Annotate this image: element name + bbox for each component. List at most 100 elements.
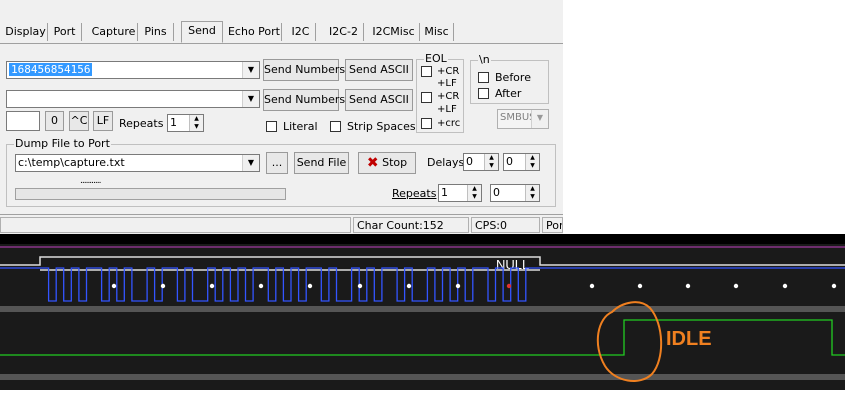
eol-item-2: +LF xyxy=(437,78,457,89)
send-file-button[interactable]: Send File xyxy=(294,152,349,174)
delay-spinner-2[interactable]: 0 ▲ ▼ xyxy=(503,153,540,171)
literal-label: Literal xyxy=(283,120,318,133)
repeats-label: Repeats xyxy=(119,117,164,130)
delay-2-value: 0 xyxy=(506,155,513,168)
port-status: Por xyxy=(542,217,563,233)
dump-file-title: Dump File to Port xyxy=(14,137,111,150)
status-panel-empty xyxy=(0,217,351,233)
annotation-circle xyxy=(596,301,663,382)
lf-button[interactable]: LF xyxy=(93,111,113,131)
idle-label: IDLE xyxy=(666,328,712,350)
sample-dot xyxy=(209,283,215,289)
send-combo-1[interactable]: 168456854156 ▼ xyxy=(6,61,260,79)
repeats-value: 1 xyxy=(170,116,177,129)
browse-button[interactable]: ... xyxy=(266,152,288,174)
spinner-arrows-icon[interactable]: ▲ ▼ xyxy=(525,154,539,170)
sample-dot xyxy=(831,283,837,289)
sample-dot xyxy=(685,283,691,289)
send-combo-2[interactable]: ▼ xyxy=(6,90,260,108)
send-numbers-button-2[interactable]: Send Numbers xyxy=(263,89,345,111)
tab-i2c-2[interactable]: I2C-2 xyxy=(324,23,364,41)
send-ascii-button[interactable]: Send ASCII xyxy=(345,59,413,81)
spinner-arrows-icon[interactable]: ▲ ▼ xyxy=(467,185,481,201)
chevron-down-icon[interactable]: ▼ xyxy=(531,110,548,128)
protocol-select[interactable]: SMBUS 8 ▼ xyxy=(497,109,549,129)
char-input[interactable] xyxy=(6,111,40,131)
eol-title: EOL xyxy=(424,52,448,65)
after-label: After xyxy=(495,87,522,100)
ctrl-c-button[interactable]: ^C xyxy=(69,111,89,131)
file-path-value: c:\temp\capture.txt xyxy=(18,156,125,169)
eol-item-3: +CR xyxy=(437,91,460,102)
app-window: Display Port Capture Pins Send Echo Port… xyxy=(0,0,563,235)
status-bar: Char Count:152 CPS:0 Por xyxy=(0,214,563,235)
chevron-down-icon[interactable]: ▼ xyxy=(242,91,259,107)
sample-dot xyxy=(160,283,166,289)
tab-i2c[interactable]: I2C xyxy=(286,23,316,41)
before-label: Before xyxy=(495,71,531,84)
eol-cr-checkbox[interactable] xyxy=(421,66,432,77)
logic-analyzer-view: NULL IDLE xyxy=(0,234,845,390)
eol-cr-checkbox-2[interactable] xyxy=(421,92,432,103)
send-numbers-button[interactable]: Send Numbers xyxy=(263,59,345,81)
sample-dot xyxy=(637,283,643,289)
tab-pins[interactable]: Pins xyxy=(138,23,174,41)
sample-dot xyxy=(782,283,788,289)
spinner-arrows-icon[interactable]: ▲ ▼ xyxy=(484,154,498,170)
eol-item-1: +CR xyxy=(437,66,460,77)
sample-dot xyxy=(589,283,595,289)
dump-repeats-2-value: 0 xyxy=(493,186,500,199)
cps-status: CPS:0 xyxy=(471,217,540,233)
eol-item-4: +LF xyxy=(437,104,457,115)
dump-repeats-1-value: 1 xyxy=(441,186,448,199)
repeats-spinner[interactable]: 1 ▲ ▼ xyxy=(167,114,204,132)
tab-send[interactable]: Send xyxy=(181,21,223,43)
top-band xyxy=(0,234,845,244)
send-ascii-button-2[interactable]: Send ASCII xyxy=(345,89,413,111)
bus-annotation-bar xyxy=(0,256,845,266)
stop-button[interactable]: ✖ Stop xyxy=(358,152,416,174)
strip-spaces-label: Strip Spaces xyxy=(347,120,416,133)
dump-repeats-label: Repeats xyxy=(392,187,437,200)
tab-misc[interactable]: Misc xyxy=(420,23,454,41)
stop-label: Stop xyxy=(382,156,408,169)
char-count-status: Char Count:152 xyxy=(353,217,469,233)
delay-1-value: 0 xyxy=(466,155,473,168)
sample-dot xyxy=(406,283,412,289)
tab-echo-port[interactable]: Echo Port xyxy=(227,23,282,41)
after-checkbox[interactable] xyxy=(478,88,489,99)
signal-traces: NULL xyxy=(0,234,845,382)
null-label: NULL xyxy=(496,257,529,272)
tab-bar: Display Port Capture Pins Send Echo Port… xyxy=(0,21,563,44)
tab-display[interactable]: Display xyxy=(4,23,48,41)
progress-dots: ........... xyxy=(80,176,102,186)
newline-title: \n xyxy=(478,53,491,66)
sample-dot xyxy=(455,283,461,289)
dump-repeats-spinner-2[interactable]: 0 ▲ ▼ xyxy=(490,184,540,202)
close-icon: ✖ xyxy=(366,155,379,171)
delay-spinner-1[interactable]: 0 ▲ ▼ xyxy=(463,153,499,171)
lane-divider-bottom xyxy=(0,374,845,380)
chevron-down-icon[interactable]: ▼ xyxy=(242,155,259,171)
sample-dot xyxy=(357,283,363,289)
tab-port[interactable]: Port xyxy=(48,23,82,41)
progress-bar xyxy=(15,188,286,200)
sample-dot xyxy=(111,283,117,289)
spinner-arrows-icon[interactable]: ▲ ▼ xyxy=(525,185,539,201)
dump-repeats-spinner-1[interactable]: 1 ▲ ▼ xyxy=(438,184,482,202)
cursor-marker-dot xyxy=(506,283,512,289)
bus-pulse-train xyxy=(0,267,845,302)
tab-i2cmisc[interactable]: I2CMisc xyxy=(368,23,420,41)
idle-signal xyxy=(0,319,845,356)
strip-spaces-checkbox[interactable] xyxy=(330,121,341,132)
zero-button[interactable]: 0 xyxy=(45,111,64,131)
literal-checkbox[interactable] xyxy=(266,121,277,132)
spinner-arrows-icon[interactable]: ▲ ▼ xyxy=(189,115,203,131)
eol-crc-checkbox[interactable] xyxy=(421,118,432,129)
lane-divider xyxy=(0,306,845,312)
tab-capture[interactable]: Capture xyxy=(90,23,138,41)
before-checkbox[interactable] xyxy=(478,72,489,83)
chevron-down-icon[interactable]: ▼ xyxy=(242,62,259,78)
sample-dot xyxy=(258,283,264,289)
file-path-combo[interactable]: c:\temp\capture.txt ▼ xyxy=(15,154,260,172)
